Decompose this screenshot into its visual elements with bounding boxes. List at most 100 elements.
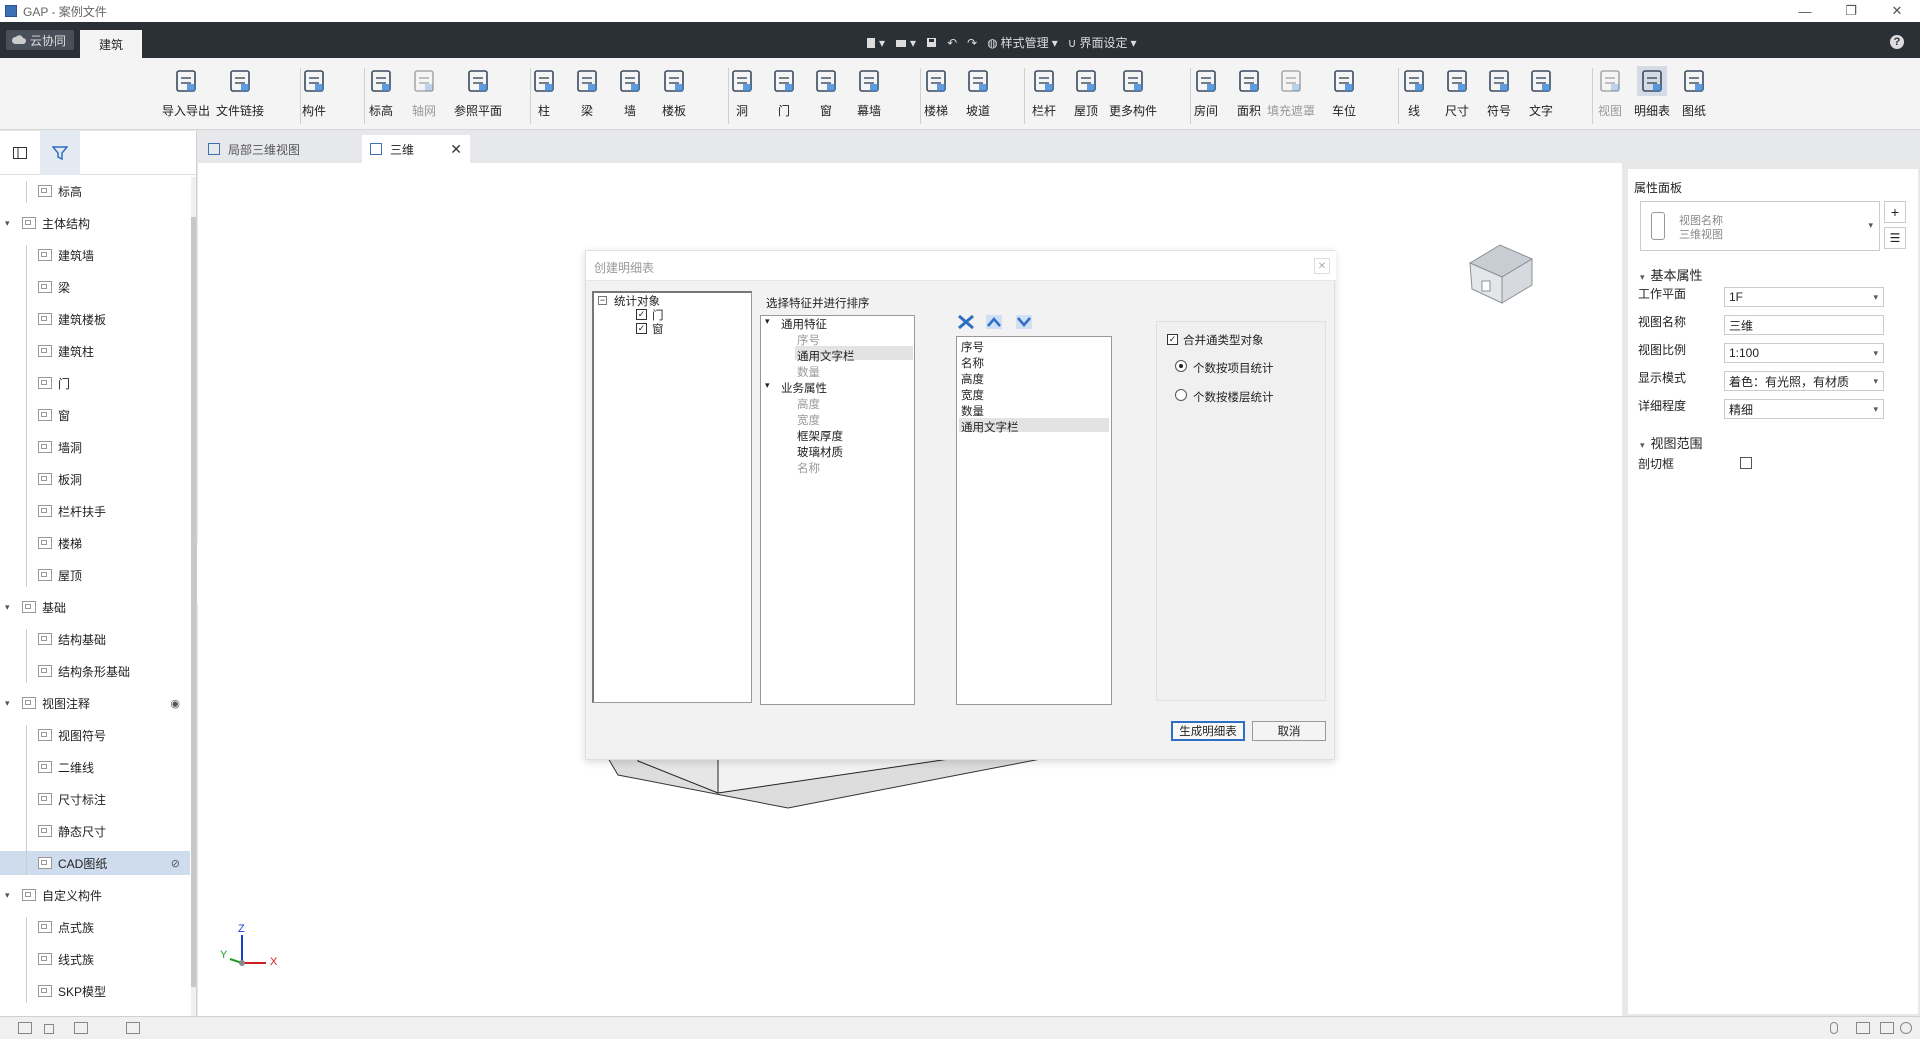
selected-item[interactable]: 名称: [961, 355, 984, 371]
merge-type-checkbox[interactable]: ✓: [1167, 334, 1178, 345]
table-view-icon[interactable]: [126, 1022, 140, 1034]
tree-item[interactable]: 结构基础: [0, 627, 190, 651]
view-type-selector[interactable]: 视图名称 三维视图 ▾: [1640, 201, 1880, 251]
ui-settings-button[interactable]: ∪ 界面设定 ▾: [1068, 34, 1137, 51]
display-mode-select[interactable]: 着色：有光照，有材质 ▾: [1724, 371, 1884, 391]
selected-item[interactable]: 通用文字栏: [961, 419, 1019, 435]
ribbon-symbol-button[interactable]: 符号: [1475, 66, 1523, 126]
tree-item[interactable]: 建筑楼板: [0, 307, 190, 331]
basic-properties-section[interactable]: ▾ 基本属性: [1640, 265, 1703, 284]
ribbon-beam-button[interactable]: 梁: [563, 66, 611, 126]
generate-schedule-button[interactable]: 生成明细表: [1171, 721, 1245, 741]
tree-item[interactable]: 楼梯: [0, 531, 190, 555]
ribbon-railing-button[interactable]: 栏杆: [1020, 66, 1068, 126]
ribbon-column-button[interactable]: 柱: [520, 66, 568, 126]
cancel-button[interactable]: 取消: [1252, 721, 1326, 741]
expand-caret-icon[interactable]: ▾: [5, 698, 10, 709]
expand-business-icon[interactable]: ▾: [765, 380, 770, 391]
tree-item[interactable]: CAD图纸 ⊘: [0, 851, 190, 875]
ribbon-file-link-button[interactable]: 文件链接: [216, 66, 264, 126]
tree-item[interactable]: 结构条形基础: [0, 659, 190, 683]
ribbon-view-button[interactable]: 视图: [1586, 66, 1634, 126]
undo-button[interactable]: ↶: [947, 36, 957, 50]
move-down-button[interactable]: [1014, 313, 1034, 331]
feature-item[interactable]: 通用文字栏: [797, 348, 855, 364]
tree-item[interactable]: 标高: [0, 179, 190, 203]
detail-level-select[interactable]: 精细 ▾: [1724, 399, 1884, 419]
list-view-button[interactable]: ☰: [1884, 227, 1906, 249]
tree-group[interactable]: ▾ 主体结构: [0, 211, 190, 235]
door-checkbox[interactable]: ✓: [636, 309, 647, 320]
grid-view-icon[interactable]: [18, 1022, 32, 1034]
close-tab-icon[interactable]: ✕: [450, 141, 462, 158]
section-box-checkbox[interactable]: [1740, 457, 1752, 469]
ribbon-component-button[interactable]: 构件: [290, 66, 338, 126]
tree-group[interactable]: ▾ 视图注释 ◉: [0, 691, 190, 715]
expand-caret-icon[interactable]: ▾: [5, 602, 10, 613]
tree-scrollbar[interactable]: [191, 177, 196, 1017]
view-name-input[interactable]: 三维: [1724, 315, 1884, 335]
tile-view-icon[interactable]: [74, 1022, 88, 1034]
feature-item[interactable]: 玻璃材质: [797, 444, 843, 460]
selected-item[interactable]: 宽度: [961, 387, 984, 403]
ribbon-curtain-wall-button[interactable]: 幕墙: [845, 66, 893, 126]
redo-button[interactable]: ↷: [967, 36, 977, 50]
feature-item[interactable]: 名称: [797, 460, 820, 476]
tree-group[interactable]: ▾ 基础: [0, 595, 190, 619]
open-file-button[interactable]: ▾: [895, 36, 916, 50]
tree-item[interactable]: 建筑柱: [0, 339, 190, 363]
ribbon-text-button[interactable]: 文字: [1517, 66, 1565, 126]
ribbon-door-button[interactable]: 门: [760, 66, 808, 126]
feature-item[interactable]: 高度: [797, 396, 820, 412]
tree-item[interactable]: 窗: [0, 403, 190, 427]
ribbon-wall-button[interactable]: 墙: [606, 66, 654, 126]
style-manager-button[interactable]: ◍ 样式管理 ▾: [987, 34, 1058, 51]
feature-item[interactable]: 数量: [797, 364, 820, 380]
tree-group[interactable]: ▾ 自定义构件: [0, 883, 190, 907]
tree-item[interactable]: 尺寸标注: [0, 787, 190, 811]
add-view-button[interactable]: +: [1884, 201, 1906, 223]
scroll-thumb[interactable]: [191, 217, 196, 987]
ribbon-slab-button[interactable]: 楼板: [650, 66, 698, 126]
ribbon-parking-button[interactable]: 车位: [1320, 66, 1368, 126]
ribbon-dimension-button[interactable]: 尺寸: [1433, 66, 1481, 126]
ribbon-area-button[interactable]: 面积: [1225, 66, 1273, 126]
count-by-project-radio[interactable]: [1175, 360, 1187, 372]
work-plane-select[interactable]: 1F ▾: [1724, 287, 1884, 307]
close-window-button[interactable]: ✕: [1874, 0, 1920, 22]
view-range-section[interactable]: ▾ 视图范围: [1640, 433, 1703, 452]
ribbon-window-button[interactable]: 窗: [802, 66, 850, 126]
ribbon-sheet-button[interactable]: 图纸: [1670, 66, 1718, 126]
selected-item[interactable]: 序号: [961, 339, 984, 355]
lightbulb-icon[interactable]: [1830, 1022, 1838, 1034]
feature-item[interactable]: 序号: [797, 332, 820, 348]
selected-item[interactable]: 数量: [961, 403, 984, 419]
panel-toggle-button[interactable]: [0, 131, 40, 175]
save-button[interactable]: [926, 37, 937, 48]
dialog-close-button[interactable]: ✕: [1314, 258, 1330, 274]
tree-item[interactable]: 屋顶: [0, 563, 190, 587]
eye-icon[interactable]: ◉: [170, 697, 180, 710]
selected-item[interactable]: 高度: [961, 371, 984, 387]
settings-circle-icon[interactable]: [1900, 1022, 1912, 1034]
window-mode-icon[interactable]: [1880, 1022, 1894, 1034]
eye-hidden-icon[interactable]: ⊘: [171, 857, 180, 870]
count-by-floor-radio[interactable]: [1175, 389, 1187, 401]
ribbon-cad-import-button[interactable]: 导入导出: [162, 66, 210, 126]
monitor-icon[interactable]: [1856, 1022, 1870, 1034]
help-button[interactable]: ?: [1890, 35, 1904, 49]
ribbon-schedule-button[interactable]: 明细表: [1628, 66, 1676, 126]
ribbon-opening-button[interactable]: 洞: [718, 66, 766, 126]
tree-item[interactable]: 栏杆扶手: [0, 499, 190, 523]
tree-item[interactable]: 视图符号: [0, 723, 190, 747]
restore-button[interactable]: ❐: [1828, 0, 1874, 22]
tab-local-3d-view[interactable]: 局部三维视图: [200, 135, 360, 163]
expand-caret-icon[interactable]: ▾: [5, 218, 10, 229]
remove-feature-button[interactable]: [956, 313, 976, 331]
tree-item[interactable]: 点式族: [0, 915, 190, 939]
tab-architecture[interactable]: 建筑: [80, 30, 142, 58]
cloud-collab-tab[interactable]: 云协同: [6, 30, 75, 50]
small-view-icon[interactable]: [44, 1024, 54, 1034]
ribbon-fill-mask-button[interactable]: 填充遮罩: [1267, 66, 1315, 126]
tree-item[interactable]: 梁: [0, 275, 190, 299]
